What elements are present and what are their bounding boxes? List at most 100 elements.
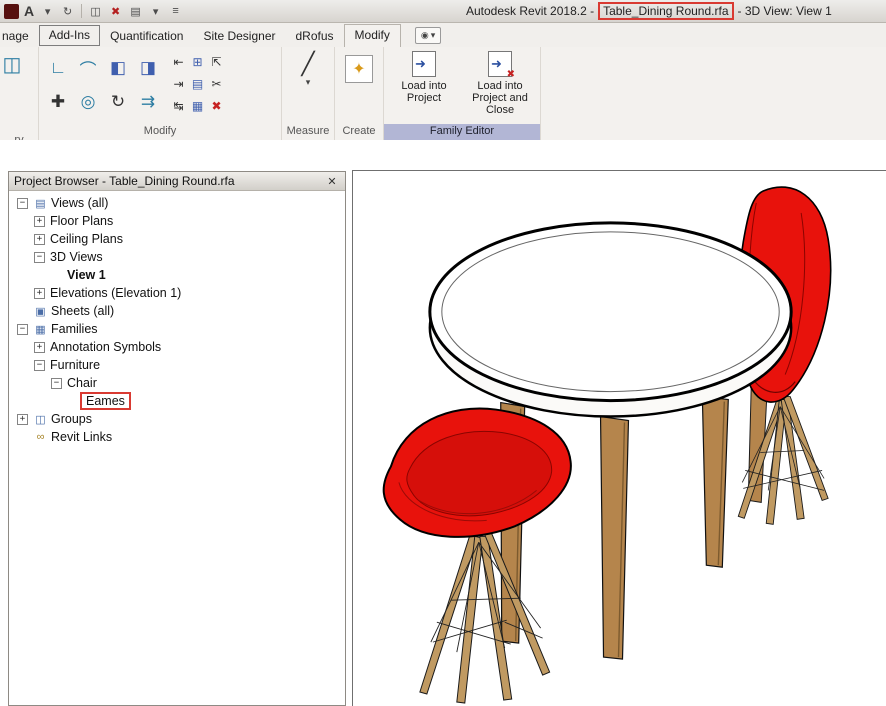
tab-add-ins[interactable]: Add-Ins — [39, 25, 100, 46]
expand-icon[interactable]: + — [17, 414, 28, 425]
project-browser: Project Browser - Table_Dining Round.rfa… — [8, 171, 346, 706]
tab-modify[interactable]: Modify — [344, 24, 401, 48]
align-icon[interactable]: ∟ — [43, 51, 73, 85]
family-editor-label: Family Editor — [384, 124, 540, 140]
workset-icon[interactable]: ◫ — [87, 3, 104, 20]
families-icon: ▦ — [33, 323, 48, 336]
expand-icon[interactable]: + — [34, 288, 45, 299]
split-icon[interactable]: ✂ — [207, 73, 226, 95]
offset-icon[interactable]: ⌒ — [73, 51, 103, 85]
load-into-project-and-close-icon: ➜ ✖ — [488, 51, 512, 77]
collapse-icon[interactable]: − — [17, 198, 28, 209]
paste-icon[interactable]: ◫ — [0, 51, 24, 77]
revit-app-icon[interactable] — [4, 4, 19, 19]
groups-icon: ◫ — [33, 413, 48, 426]
mirror-axis-icon[interactable]: ◧ — [103, 51, 133, 85]
tab-drofus[interactable]: dRofus — [286, 26, 344, 47]
title-suffix: - 3D View: View 1 — [738, 4, 832, 18]
title-bar: A ▾ ↻ ◫ ✖ ▤ ▾ ≡ Autodesk Revit 2018.2 - … — [0, 0, 886, 23]
close-icon: ✖ — [507, 69, 515, 80]
tree-item-revit-links[interactable]: ∞ Revit Links — [9, 428, 345, 446]
panel-label: Measure — [282, 124, 334, 140]
annotation-highlight-box: Eames — [80, 392, 131, 410]
trim-multiple-icon[interactable]: ↹ — [169, 95, 188, 117]
trim-extend-icon[interactable]: ⇤ — [169, 51, 188, 73]
ribbon-tab-bar: nage Add-Ins Quantification Site Designe… — [0, 23, 886, 47]
autodesk-logo-icon[interactable]: A — [22, 3, 36, 19]
move-icon[interactable]: ✚ — [43, 85, 73, 119]
ribbon-panel-family-editor: ➜ Load into Project ➜ ✖ Load into Projec… — [384, 47, 541, 140]
title-prefix: Autodesk Revit 2018.2 - — [466, 4, 594, 18]
unpin-grid-icon[interactable]: ▤ — [188, 73, 207, 95]
array-icon[interactable]: ⇉ — [133, 85, 163, 119]
separator — [81, 4, 82, 18]
print-icon[interactable]: ▤ — [127, 3, 144, 20]
extend-icon[interactable]: ⇥ — [169, 73, 188, 95]
tree-item-label: Sheets (all) — [51, 304, 114, 318]
load-into-project-icon: ➜ — [412, 51, 436, 77]
tree-item-annotation-symbols[interactable]: + Annotation Symbols — [9, 338, 345, 356]
collapse-icon[interactable]: − — [34, 252, 45, 263]
load-into-project-and-close-label: Load into Project and Close — [464, 80, 536, 116]
drawing-area-3d-view[interactable] — [352, 170, 886, 706]
chevron-down-icon: ▾ — [431, 30, 436, 41]
tree-item-label: Chair — [67, 376, 97, 390]
panel-label: Create — [335, 124, 383, 140]
views-icon: ▤ — [33, 197, 48, 210]
qat-dropdown-icon[interactable]: ▾ — [39, 3, 56, 20]
measure-button[interactable]: ╱ ▾ — [286, 51, 330, 124]
ribbon-cycle-button[interactable]: ◉ ▾ — [415, 27, 441, 44]
collapse-icon[interactable]: − — [17, 324, 28, 335]
expand-icon[interactable]: + — [34, 234, 45, 245]
create-button[interactable]: ✦ — [345, 55, 373, 83]
collapse-icon[interactable]: − — [34, 360, 45, 371]
mirror-pick-icon[interactable]: ◨ — [133, 51, 163, 85]
expand-icon[interactable]: + — [34, 342, 45, 353]
tree-item-groups[interactable]: + ◫ Groups — [9, 410, 345, 428]
corner-trim-icon[interactable]: ⇱ — [207, 51, 226, 73]
tree-item-label: View 1 — [67, 268, 106, 282]
table-top[interactable] — [430, 223, 791, 417]
cycle-icon: ◉ — [421, 30, 429, 41]
load-into-project-and-close-button[interactable]: ➜ ✖ Load into Project and Close — [462, 49, 538, 124]
tab-quantification[interactable]: Quantification — [100, 26, 193, 47]
tree-item-chair[interactable]: − Chair — [9, 374, 345, 392]
sheets-icon: ▣ — [33, 305, 48, 318]
tree-item-views-all[interactable]: − ▤ Views (all) — [9, 194, 345, 212]
revit-links-icon: ∞ — [33, 431, 48, 443]
chair-left[interactable] — [384, 409, 571, 703]
sync-icon[interactable]: ↻ — [59, 3, 76, 20]
rotate-icon[interactable]: ↻ — [103, 85, 133, 119]
expand-icon[interactable]: + — [34, 216, 45, 227]
pin-grid-icon[interactable]: ⊞ — [188, 51, 207, 73]
copy-icon[interactable]: ◎ — [73, 85, 103, 119]
delete-icon[interactable]: ✖ — [207, 95, 226, 117]
tree-item-view-1[interactable]: View 1 — [9, 266, 345, 284]
window-title: Autodesk Revit 2018.2 - Table_Dining Rou… — [466, 0, 832, 22]
close-doc-icon[interactable]: ✖ — [107, 3, 124, 20]
tree-item-ceiling-plans[interactable]: + Ceiling Plans — [9, 230, 345, 248]
ribbon-panel-clipped: ◫ ◉ ry — [0, 47, 39, 140]
tree-item-elevations[interactable]: + Elevations (Elevation 1) — [9, 284, 345, 302]
customize-qat-icon[interactable]: ≡ — [167, 3, 184, 20]
tree-item-floor-plans[interactable]: + Floor Plans — [9, 212, 345, 230]
ribbon-panel-measure: ╱ ▾ Measure — [282, 47, 335, 140]
tab-manage[interactable]: nage — [0, 26, 39, 47]
scale-icon[interactable]: ▦ — [188, 95, 207, 117]
tree-item-furniture[interactable]: − Furniture — [9, 356, 345, 374]
chevron-down-icon[interactable]: ▾ — [306, 77, 311, 88]
tree-item-3d-views[interactable]: − 3D Views — [9, 248, 345, 266]
project-browser-header[interactable]: Project Browser - Table_Dining Round.rfa… — [9, 172, 345, 191]
tree-item-families[interactable]: − ▦ Families — [9, 320, 345, 338]
arrow-icon: ➜ — [491, 56, 502, 72]
tree-item-eames[interactable]: Eames — [9, 392, 345, 410]
tab-site-designer[interactable]: Site Designer — [193, 26, 285, 47]
ribbon-panel-modify: ∟ ⌒ ◧ ◨ ✚ ◎ ↻ ⇉ ⇤ ⊞ ⇱ ⇥ ▤ ✂ ↹ ▦ ✖ Modify — [39, 47, 282, 140]
tree-item-sheets[interactable]: ▣ Sheets (all) — [9, 302, 345, 320]
close-icon[interactable]: ✕ — [324, 175, 340, 188]
tree-item-label: Views (all) — [51, 196, 108, 210]
collapse-icon[interactable]: − — [51, 378, 62, 389]
paste-dropdown-icon[interactable]: ▾ — [147, 3, 164, 20]
tree-item-label: 3D Views — [50, 250, 103, 264]
load-into-project-button[interactable]: ➜ Load into Project — [386, 49, 462, 124]
